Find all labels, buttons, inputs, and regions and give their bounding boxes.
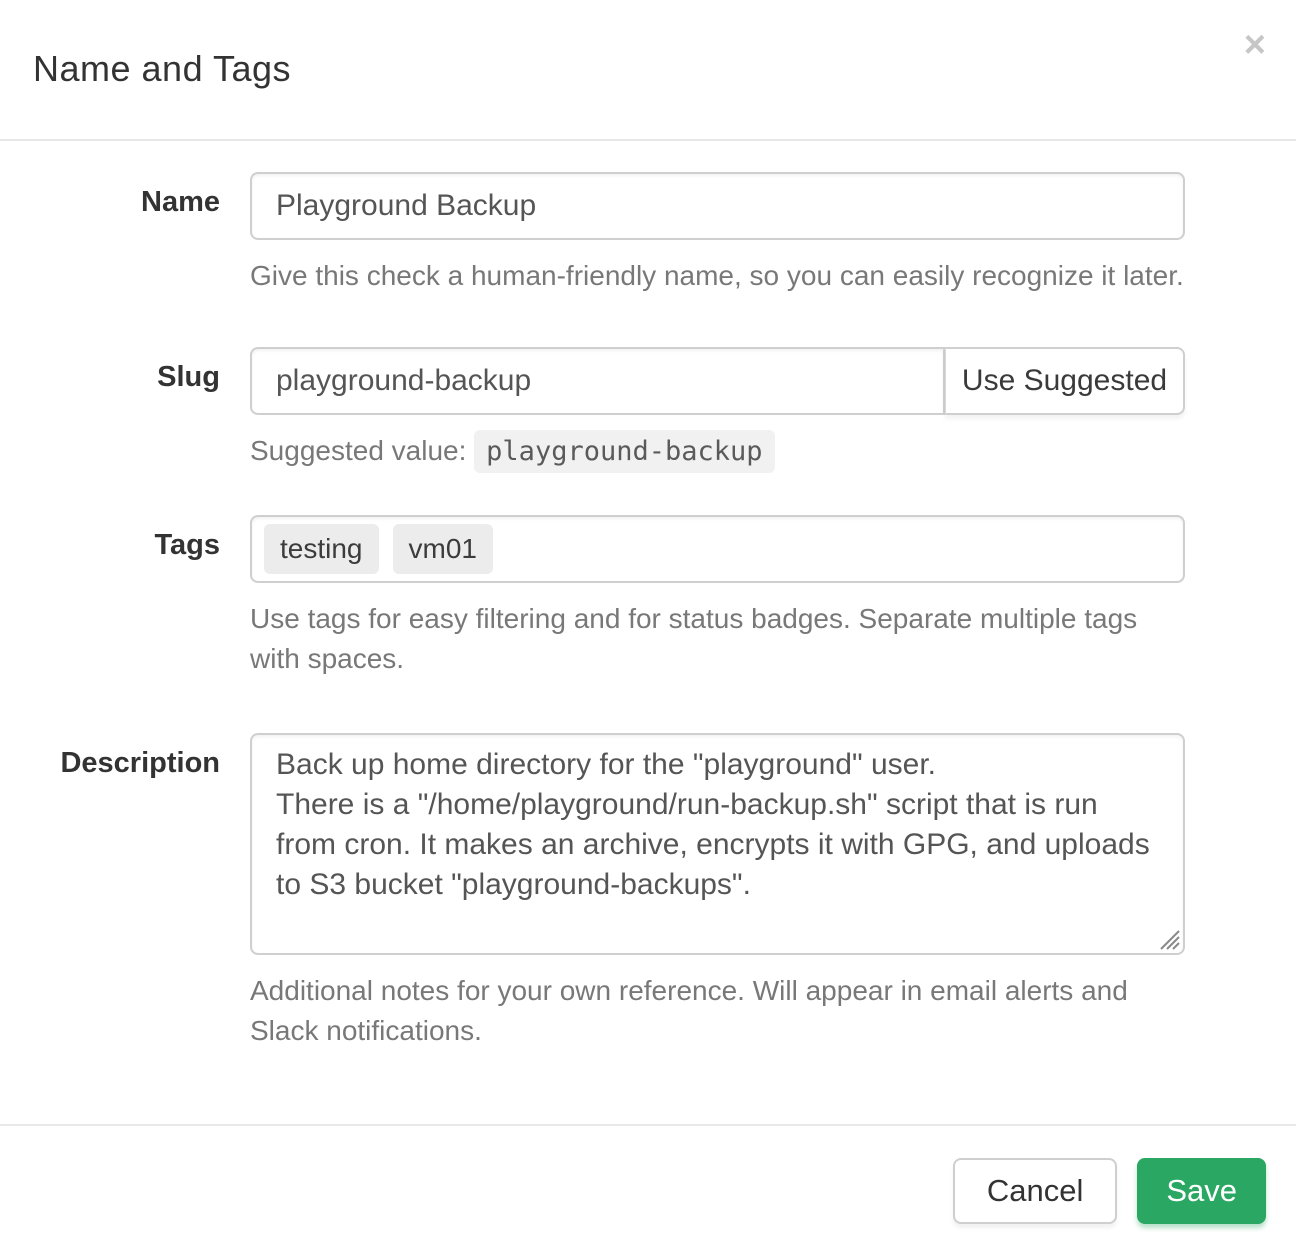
modal-body: Name Give this check a human-friendly na… xyxy=(0,141,1296,1051)
suggested-value-prefix: Suggested value: xyxy=(250,435,466,466)
modal-footer: Cancel Save xyxy=(0,1124,1296,1254)
tags-help: Use tags for easy filtering and for stat… xyxy=(250,599,1150,679)
tags-row: Tags testing vm01 Use tags for easy filt… xyxy=(0,515,1296,679)
name-help: Give this check a human-friendly name, s… xyxy=(250,256,1185,296)
name-label: Name xyxy=(0,172,250,296)
description-label: Description xyxy=(0,733,250,1051)
save-button[interactable]: Save xyxy=(1137,1158,1266,1224)
use-suggested-button[interactable]: Use Suggested xyxy=(945,347,1185,415)
slug-input-group: Use Suggested xyxy=(250,347,1185,415)
name-row: Name Give this check a human-friendly na… xyxy=(0,172,1296,296)
tags-label: Tags xyxy=(0,515,250,679)
slug-row: Slug Use Suggested Suggested value: play… xyxy=(0,347,1296,472)
modal-title: Name and Tags xyxy=(33,48,1263,90)
description-help: Additional notes for your own reference.… xyxy=(250,971,1150,1051)
slug-input[interactable] xyxy=(250,347,945,415)
name-and-tags-modal: Name and Tags × Name Give this check a h… xyxy=(0,0,1296,1254)
close-icon[interactable]: × xyxy=(1244,26,1266,64)
description-textarea[interactable]: Back up home directory for the "playgrou… xyxy=(250,733,1185,955)
name-input[interactable] xyxy=(250,172,1185,240)
tag-chip-testing: testing xyxy=(264,524,379,574)
cancel-button[interactable]: Cancel xyxy=(953,1158,1118,1224)
description-row: Description Back up home directory for t… xyxy=(0,733,1296,1051)
tags-input[interactable]: testing vm01 xyxy=(250,515,1185,583)
modal-header: Name and Tags × xyxy=(0,0,1296,141)
suggested-value-code: playground-backup xyxy=(474,430,774,473)
tag-chip-vm01: vm01 xyxy=(393,524,493,574)
slug-label: Slug xyxy=(0,347,250,472)
slug-help: Suggested value: playground-backup xyxy=(250,431,1185,472)
